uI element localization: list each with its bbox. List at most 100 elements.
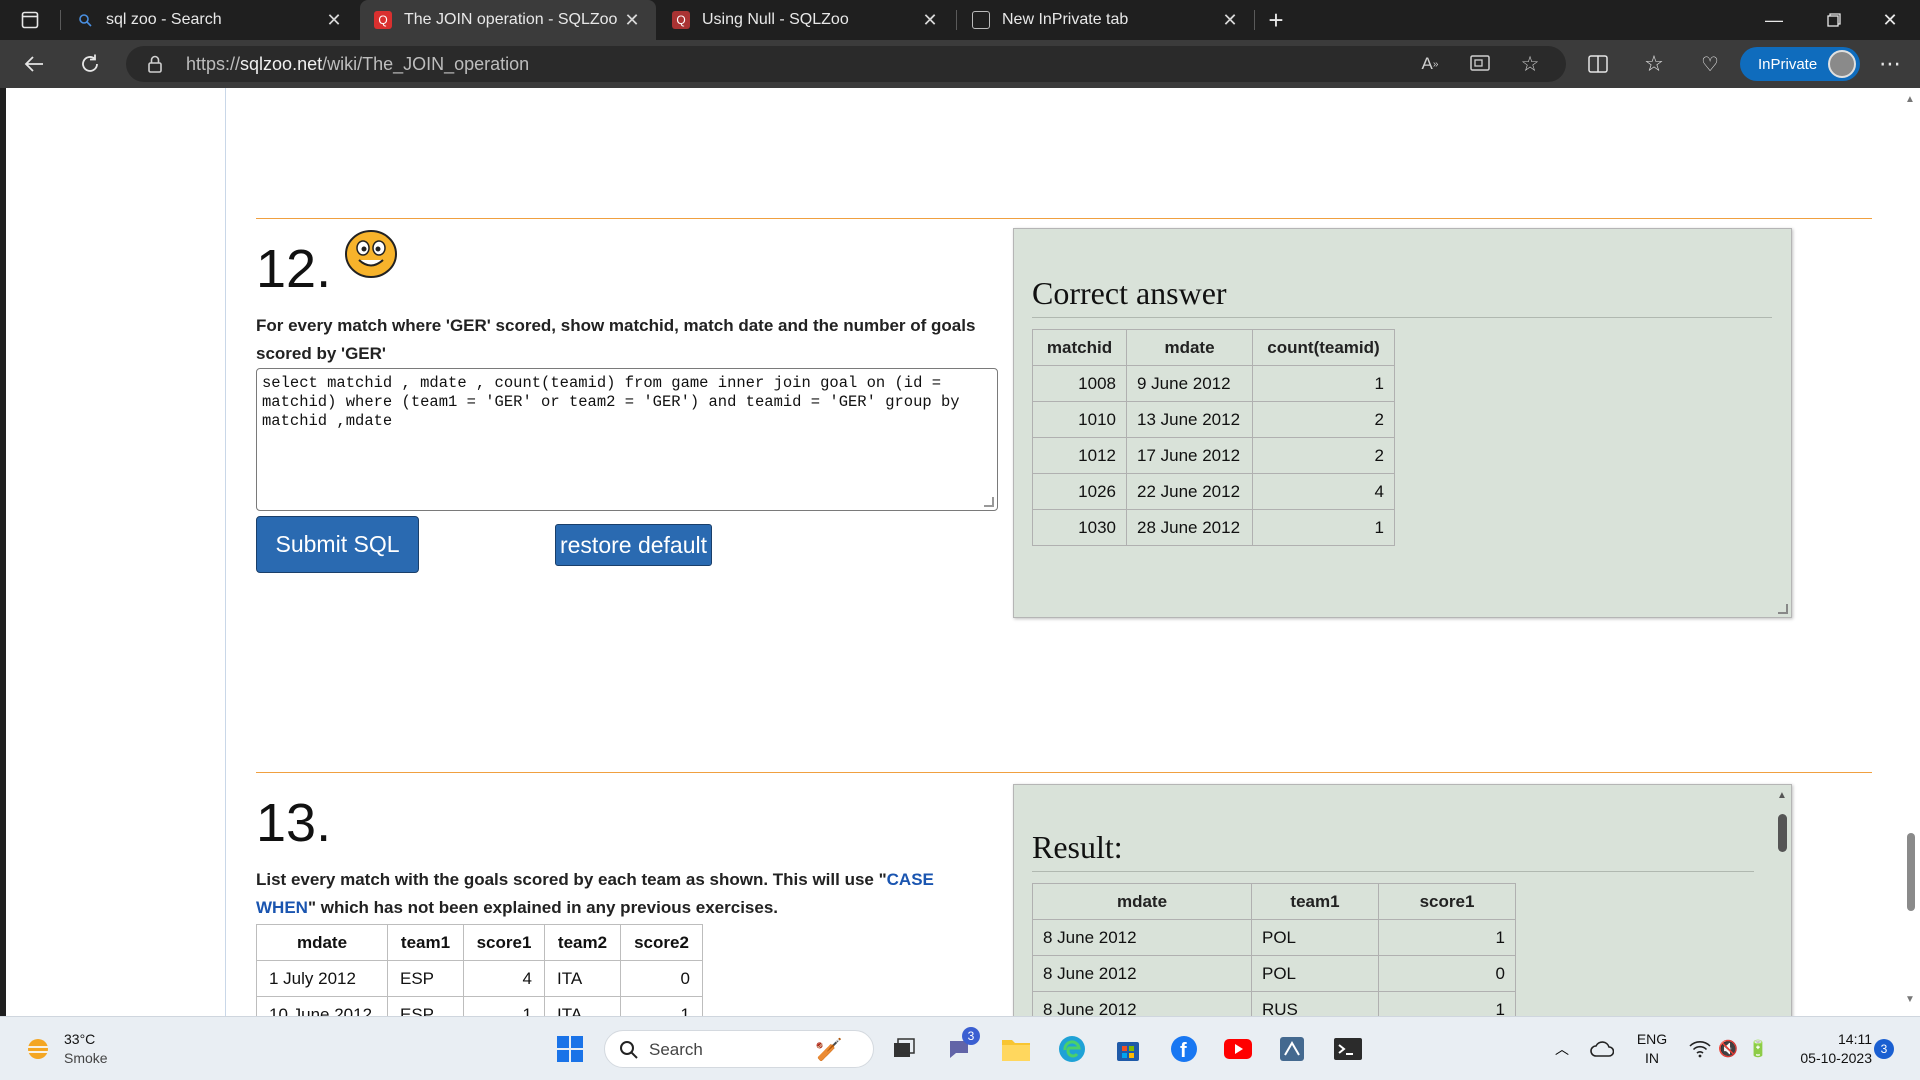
search-icon — [76, 11, 94, 29]
back-arrow-icon[interactable] — [16, 46, 52, 82]
tab-strip: sql zoo - Search ✕ Q The JOIN operation … — [0, 0, 1920, 40]
table-row: 10 June 2012 ESP 1 ITA 1 — [256, 996, 703, 1016]
resize-grip-icon[interactable] — [1778, 604, 1788, 614]
scroll-up-icon[interactable]: ▲ — [1905, 94, 1915, 105]
table-header-row: matchid mdate count(teamid) — [1032, 329, 1395, 366]
sql-query-text: select matchid , mdate , count(teamid) f… — [262, 374, 960, 430]
volume-muted-icon[interactable]: 🔇 — [1712, 1033, 1744, 1065]
panel-heading: Correct answer — [1032, 275, 1227, 311]
onedrive-cloud-icon[interactable] — [1586, 1033, 1618, 1065]
browser-toolbar: https://sqlzoo.net/wiki/The_JOIN_operati… — [0, 40, 1920, 88]
microsoft-store-icon[interactable] — [1112, 1033, 1144, 1065]
inprivate-button[interactable]: InPrivate — [1740, 47, 1860, 81]
page-content: 12. For every match where 'GER' scored, … — [6, 88, 1900, 1016]
sqlzoo-favicon-icon: Q — [374, 11, 392, 29]
svg-text:f: f — [1180, 1040, 1187, 1062]
language-indicator[interactable]: ENG IN — [1632, 1030, 1672, 1068]
submit-sql-button[interactable]: Submit SQL — [256, 516, 419, 573]
inprivate-label: InPrivate — [1758, 55, 1818, 73]
scroll-down-icon[interactable]: ▼ — [1905, 994, 1915, 1005]
close-tab-icon[interactable]: ✕ — [920, 10, 940, 31]
browser-essentials-icon[interactable]: ♡ — [1692, 46, 1728, 82]
table-row: 8 June 2012 POL 0 — [1032, 955, 1516, 992]
sql-editor[interactable]: select matchid , mdate , count(teamid) f… — [256, 368, 998, 511]
question-text: For every match where 'GER' scored, show… — [256, 316, 976, 363]
result-panel: Result: mdate team1 score1 8 June 2012 PO… — [1013, 784, 1792, 1016]
split-screen-icon[interactable] — [1580, 46, 1616, 82]
chat-badge: 3 — [962, 1027, 980, 1045]
scrollbar-thumb[interactable] — [1778, 814, 1787, 852]
example-table: mdate team1 score1 team2 score2 1 July 2… — [256, 924, 703, 1016]
search-icon — [619, 1040, 639, 1065]
address-bar[interactable]: https://sqlzoo.net/wiki/The_JOIN_operati… — [126, 46, 1566, 82]
table-row: 1 July 2012 ESP 4 ITA 0 — [256, 960, 703, 997]
tab-sql-zoo-search[interactable]: sql zoo - Search ✕ — [62, 0, 358, 40]
teams-chat-icon[interactable]: 3 — [944, 1027, 980, 1065]
close-tab-icon[interactable]: ✕ — [622, 10, 642, 31]
table-header-row: mdate team1 score1 team2 score2 — [256, 924, 703, 961]
content-left-border — [225, 88, 226, 1016]
search-highlight-icon: 🏏 — [815, 1037, 843, 1062]
start-windows-icon[interactable] — [554, 1033, 586, 1065]
taskbar-search[interactable]: Search 🏏 — [604, 1030, 874, 1068]
notification-badge[interactable]: 3 — [1874, 1039, 1894, 1059]
tab-join-operation[interactable]: Q The JOIN operation - SQLZoo ✕ — [360, 0, 656, 40]
url-text: https://sqlzoo.net/wiki/The_JOIN_operati… — [186, 54, 530, 74]
table-row: 1008 9 June 2012 1 — [1032, 365, 1395, 402]
column-header: matchid — [1032, 329, 1127, 366]
column-header: mdate — [1126, 329, 1253, 366]
sqlzoo-favicon-icon: Q — [672, 11, 690, 29]
youtube-icon[interactable] — [1222, 1033, 1254, 1065]
file-explorer-icon[interactable] — [1000, 1033, 1032, 1065]
question-text: List every match with the goals scored b… — [256, 870, 934, 917]
panel-scrollbar[interactable]: ▲ — [1774, 786, 1790, 1016]
section-divider — [256, 772, 1872, 773]
smiley-face-icon — [345, 230, 397, 278]
clock[interactable]: 14:11 05-10-2023 — [1784, 1030, 1872, 1068]
database-tool-icon[interactable] — [1276, 1033, 1308, 1065]
edge-browser-icon[interactable] — [1056, 1033, 1088, 1065]
lock-icon[interactable] — [148, 55, 162, 78]
weather-icon[interactable] — [22, 1033, 54, 1065]
chevron-up-icon[interactable]: ︿ — [1546, 1033, 1578, 1065]
more-menu-icon[interactable]: ⋯ — [1872, 46, 1908, 82]
inprivate-tab-icon — [972, 11, 990, 29]
weather-widget[interactable]: 33°C Smoke — [64, 1030, 108, 1068]
tab-actions-icon[interactable] — [12, 2, 48, 38]
panel-heading: Result: — [1032, 829, 1123, 865]
close-window-icon[interactable]: ✕ — [1862, 0, 1918, 40]
tab-new-inprivate[interactable]: New InPrivate tab ✕ — [958, 0, 1254, 40]
answer-table: matchid mdate count(teamid) 1008 9 June 2… — [1032, 329, 1395, 546]
tab-title: sql zoo - Search — [106, 11, 222, 28]
new-tab-icon[interactable]: + — [1258, 2, 1294, 38]
question-number: 13. — [256, 793, 332, 853]
taskbar: 33°C Smoke Search 🏏 3 f ︿ ENG IN 🔇 🔋 14:… — [0, 1016, 1920, 1080]
refresh-icon[interactable] — [72, 46, 108, 82]
app-available-icon[interactable] — [1466, 52, 1494, 76]
tab-using-null[interactable]: Q Using Null - SQLZoo ✕ — [658, 0, 954, 40]
profile-avatar[interactable] — [1828, 50, 1856, 78]
resize-grip-icon[interactable] — [984, 497, 994, 507]
restore-icon[interactable] — [1806, 0, 1862, 40]
read-aloud-icon[interactable]: A» — [1416, 52, 1444, 76]
correct-answer-panel: Correct answer matchid mdate count(teami… — [1013, 228, 1792, 618]
scrollbar-thumb[interactable] — [1907, 833, 1915, 911]
tab-title: New InPrivate tab — [1002, 11, 1129, 28]
result-table: mdate team1 score1 8 June 2012 POL 1 8 Jun… — [1032, 883, 1516, 1016]
close-tab-icon[interactable]: ✕ — [324, 10, 344, 31]
terminal-icon[interactable] — [1332, 1033, 1364, 1065]
scroll-up-icon[interactable]: ▲ — [1777, 790, 1787, 801]
table-row: 1010 13 June 2012 2 — [1032, 401, 1395, 438]
close-tab-icon[interactable]: ✕ — [1220, 10, 1240, 31]
facebook-icon[interactable]: f — [1168, 1033, 1200, 1065]
favorites-icon[interactable]: ☆ — [1636, 46, 1672, 82]
table-row: 8 June 2012 RUS 1 — [1032, 991, 1516, 1016]
table-row: 1030 28 June 2012 1 — [1032, 509, 1395, 546]
task-view-icon[interactable] — [888, 1033, 920, 1065]
favorite-star-icon[interactable]: ☆ — [1516, 52, 1544, 76]
restore-default-button[interactable]: restore default — [555, 524, 712, 566]
battery-icon[interactable]: 🔋 — [1742, 1033, 1774, 1065]
question-number: 12. — [256, 239, 332, 299]
page-scrollbar[interactable]: ▲ ▼ — [1900, 88, 1920, 1016]
minimize-icon[interactable]: — — [1746, 0, 1802, 40]
